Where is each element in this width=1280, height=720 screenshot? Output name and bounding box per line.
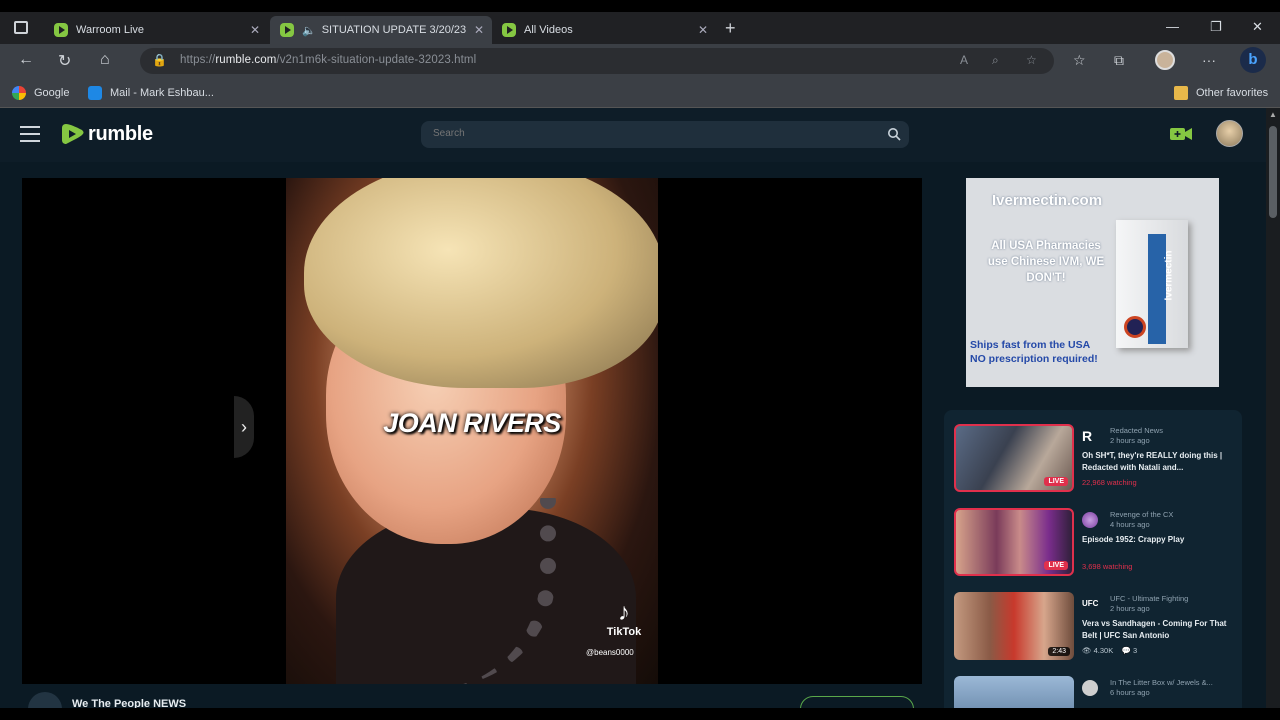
video-stats: 👁 4.30K 💬 3 (1082, 646, 1138, 655)
tab-actions-icon[interactable] (14, 21, 28, 34)
favorite-mail[interactable]: Mail - Mark Eshbau... (88, 86, 214, 100)
close-tab-icon[interactable]: ✕ (698, 23, 708, 37)
tiktok-handle: @beans0000 (586, 648, 634, 657)
tab-strip: Warroom Live ✕ 🔈 SITUATION UPDATE 3/20/2… (0, 12, 1280, 44)
ad-site: Ivermectin.com (992, 192, 1103, 209)
channel-avatar[interactable] (28, 692, 62, 708)
tab-warroom-live[interactable]: Warroom Live ✕ (44, 16, 268, 44)
related-video-title[interactable]: Episode 1952: Crappy Play (1082, 534, 1232, 546)
url-text[interactable]: https://rumble.com/v2n1m6k-situation-upd… (180, 54, 476, 66)
favorites-icon[interactable]: ☆ (1073, 52, 1086, 69)
profile-avatar[interactable] (1155, 50, 1175, 70)
read-aloud-icon[interactable]: A (960, 53, 968, 67)
speaker-icon[interactable]: 🔈 (302, 24, 316, 37)
back-icon[interactable]: ← (18, 51, 34, 69)
close-tab-icon[interactable]: ✕ (250, 23, 260, 37)
close-window-icon[interactable]: ✕ (1252, 19, 1263, 35)
other-favorites[interactable]: Other favorites (1174, 86, 1268, 100)
ad-footer: Ships fast from the USA NO prescription … (970, 339, 1098, 365)
favorites-bar: Google Mail - Mark Eshbau... Other favor… (0, 78, 1280, 108)
related-video-title[interactable]: Vera vs Sandhagen - Coming For That Belt… (1082, 618, 1232, 642)
folder-icon (1174, 86, 1188, 100)
ad-banner[interactable]: Ivermectin.com All USA Pharmacies use Ch… (966, 178, 1219, 387)
tab-situation-update[interactable]: 🔈 SITUATION UPDATE 3/20/23 ✕ (270, 16, 492, 44)
tiktok-watermark: ♪ TikTok (604, 599, 644, 639)
tiktok-icon: ♪ (618, 599, 630, 626)
video-thumbnail[interactable]: 2:43 (954, 592, 1074, 660)
tab-label: All Videos (524, 24, 573, 36)
google-icon (12, 86, 26, 100)
address-toolbar: ← ↻ ⌂ 🔒 https://rumble.com/v2n1m6k-situa… (0, 44, 1280, 78)
ufc-channel-icon[interactable]: UFC (1082, 596, 1098, 612)
video-frame[interactable]: JOAN RIVERS ♪ TikTok @beans0000 (286, 178, 658, 684)
related-video-item[interactable]: 2:43 UFC UFC - Ultimate Fighting 2 hours… (954, 592, 1236, 662)
browser-window: Warroom Live ✕ 🔈 SITUATION UPDATE 3/20/2… (0, 12, 1280, 708)
ad-product: Ivermectin (1163, 250, 1175, 301)
channel-r-icon[interactable]: R (1082, 428, 1098, 444)
add-favorite-icon[interactable]: ☆ (1026, 53, 1037, 67)
video-caption: JOAN RIVERS (383, 408, 561, 438)
watching-count: 3,698 watching (1082, 562, 1133, 571)
seal-icon (1124, 316, 1146, 338)
related-video-title[interactable]: Oh SH*T, they're REALLY doing this | Red… (1082, 450, 1232, 474)
comment-icon: 💬 (1121, 646, 1131, 655)
video-thumbnail[interactable] (954, 676, 1074, 708)
rumble-favicon-icon (502, 23, 516, 37)
collections-icon[interactable]: ⧉ (1114, 52, 1124, 69)
follow-button[interactable] (800, 696, 914, 708)
zoom-icon[interactable]: ⌕ (992, 53, 999, 68)
tab-label: SITUATION UPDATE 3/20/23 (321, 24, 467, 36)
related-video-item[interactable]: LIVE Revenge of the CX 4 hours ago Episo… (954, 508, 1236, 578)
rumble-logo[interactable]: rumble (62, 122, 153, 146)
live-badge: LIVE (1044, 561, 1068, 570)
channel-row: We The People NEWS (28, 688, 918, 708)
eye-icon: 👁 (1082, 646, 1092, 655)
duration-badge: 2:43 (1048, 647, 1070, 656)
site-header: rumble (0, 108, 1280, 162)
video-player[interactable]: JOAN RIVERS ♪ TikTok @beans0000 › (22, 178, 922, 684)
tab-label: Warroom Live (76, 24, 145, 36)
search-input[interactable] (433, 128, 565, 139)
live-badge: LIVE (1044, 477, 1068, 486)
chevron-right-icon[interactable]: › (234, 396, 254, 458)
favorite-google[interactable]: Google (12, 86, 69, 100)
search-bar[interactable] (421, 121, 909, 148)
minimize-icon[interactable]: — (1166, 19, 1179, 34)
channel-name[interactable]: We The People NEWS (72, 698, 186, 708)
video-figure-hair (304, 178, 658, 388)
more-menu-icon[interactable]: ··· (1202, 52, 1216, 68)
related-video-item[interactable]: LIVE R Redacted News 2 hours ago Oh SH*T… (954, 424, 1236, 494)
scroll-up-icon[interactable]: ▲ (1269, 110, 1277, 119)
home-icon[interactable]: ⌂ (100, 51, 110, 69)
bing-icon[interactable]: b (1240, 47, 1266, 73)
watching-count: 22,968 watching (1082, 478, 1137, 487)
user-avatar[interactable] (1216, 120, 1243, 147)
related-video-item[interactable]: In The Litter Box w/ Jewels &... 6 hours… (954, 676, 1236, 708)
rumble-logo-icon (62, 124, 84, 144)
close-tab-icon[interactable]: ✕ (474, 23, 484, 37)
search-icon[interactable] (887, 127, 901, 141)
ad-body: All USA Pharmacies use Chinese IVM, WE D… (987, 240, 1105, 284)
channel-avatar[interactable] (1082, 512, 1098, 528)
mail-icon (88, 86, 102, 100)
restore-icon[interactable]: ❐ (1210, 19, 1222, 35)
page-scrollbar[interactable]: ▲ (1266, 108, 1280, 708)
address-bar[interactable]: 🔒 https://rumble.com/v2n1m6k-situation-u… (140, 48, 1054, 74)
video-thumbnail[interactable]: LIVE (954, 508, 1074, 576)
related-videos: LIVE R Redacted News 2 hours ago Oh SH*T… (944, 410, 1242, 708)
ad-product-box: Ivermectin (1116, 220, 1188, 348)
rumble-favicon-icon (54, 23, 68, 37)
channel-avatar[interactable] (1082, 680, 1098, 696)
upload-video-icon[interactable] (1170, 127, 1192, 141)
hamburger-menu-icon[interactable] (20, 126, 40, 142)
tab-all-videos[interactable]: All Videos ✕ (492, 16, 716, 44)
new-tab-icon[interactable]: + (725, 18, 736, 39)
scroll-thumb[interactable] (1269, 126, 1277, 218)
video-thumbnail[interactable]: LIVE (954, 424, 1074, 492)
refresh-icon[interactable]: ↻ (58, 51, 71, 71)
lock-icon[interactable]: 🔒 (152, 53, 167, 67)
rumble-favicon-icon (280, 23, 294, 37)
